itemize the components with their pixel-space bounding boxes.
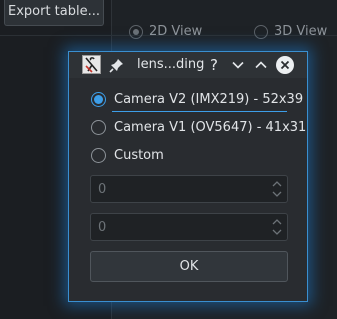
- width-value: 0: [98, 182, 107, 197]
- ok-button[interactable]: OK: [90, 251, 288, 282]
- lens-dialog: lens...ding ? Camera V2 (IMX219) - 52x39…: [68, 51, 308, 302]
- app-icon: [82, 55, 101, 74]
- export-table-button[interactable]: Export table...: [4, 0, 104, 26]
- view-3d-label: 3D View: [274, 24, 328, 39]
- custom-label: Custom: [114, 148, 164, 163]
- option-custom[interactable]: Custom: [91, 148, 164, 163]
- view-2d-option[interactable]: 2D View: [129, 24, 202, 39]
- height-value: 0: [98, 220, 107, 235]
- spin-arrows-icon[interactable]: [272, 179, 282, 199]
- camera-v1-label: Camera V1 (OV5647) - 41x31: [114, 120, 307, 135]
- camera-v2-label: Camera V2 (IMX219) - 52x39: [114, 92, 304, 107]
- dialog-titlebar[interactable]: lens...ding ?: [69, 52, 307, 78]
- close-icon[interactable]: [276, 56, 294, 74]
- chevron-down-icon[interactable]: [229, 56, 247, 74]
- help-button[interactable]: ?: [205, 56, 223, 74]
- view-3d-radio[interactable]: [254, 24, 268, 39]
- custom-height-spinbox[interactable]: 0: [90, 213, 288, 241]
- option-camera-v2[interactable]: Camera V2 (IMX219) - 52x39: [91, 92, 303, 107]
- option-camera-v1[interactable]: Camera V1 (OV5647) - 41x31: [91, 120, 306, 135]
- pin-icon[interactable]: [109, 57, 125, 73]
- spin-arrows-icon[interactable]: [272, 217, 282, 237]
- camera-v1-radio[interactable]: [91, 120, 106, 135]
- chevron-up-icon[interactable]: [252, 56, 270, 74]
- view-2d-radio[interactable]: [129, 24, 143, 39]
- dialog-title: lens...ding: [137, 57, 205, 72]
- custom-radio[interactable]: [91, 148, 106, 163]
- custom-width-spinbox[interactable]: 0: [90, 175, 288, 203]
- focus-underline: [112, 111, 287, 112]
- view-2d-label: 2D View: [149, 24, 203, 39]
- view-3d-option[interactable]: 3D View: [254, 24, 327, 39]
- camera-v2-radio[interactable]: [91, 92, 106, 107]
